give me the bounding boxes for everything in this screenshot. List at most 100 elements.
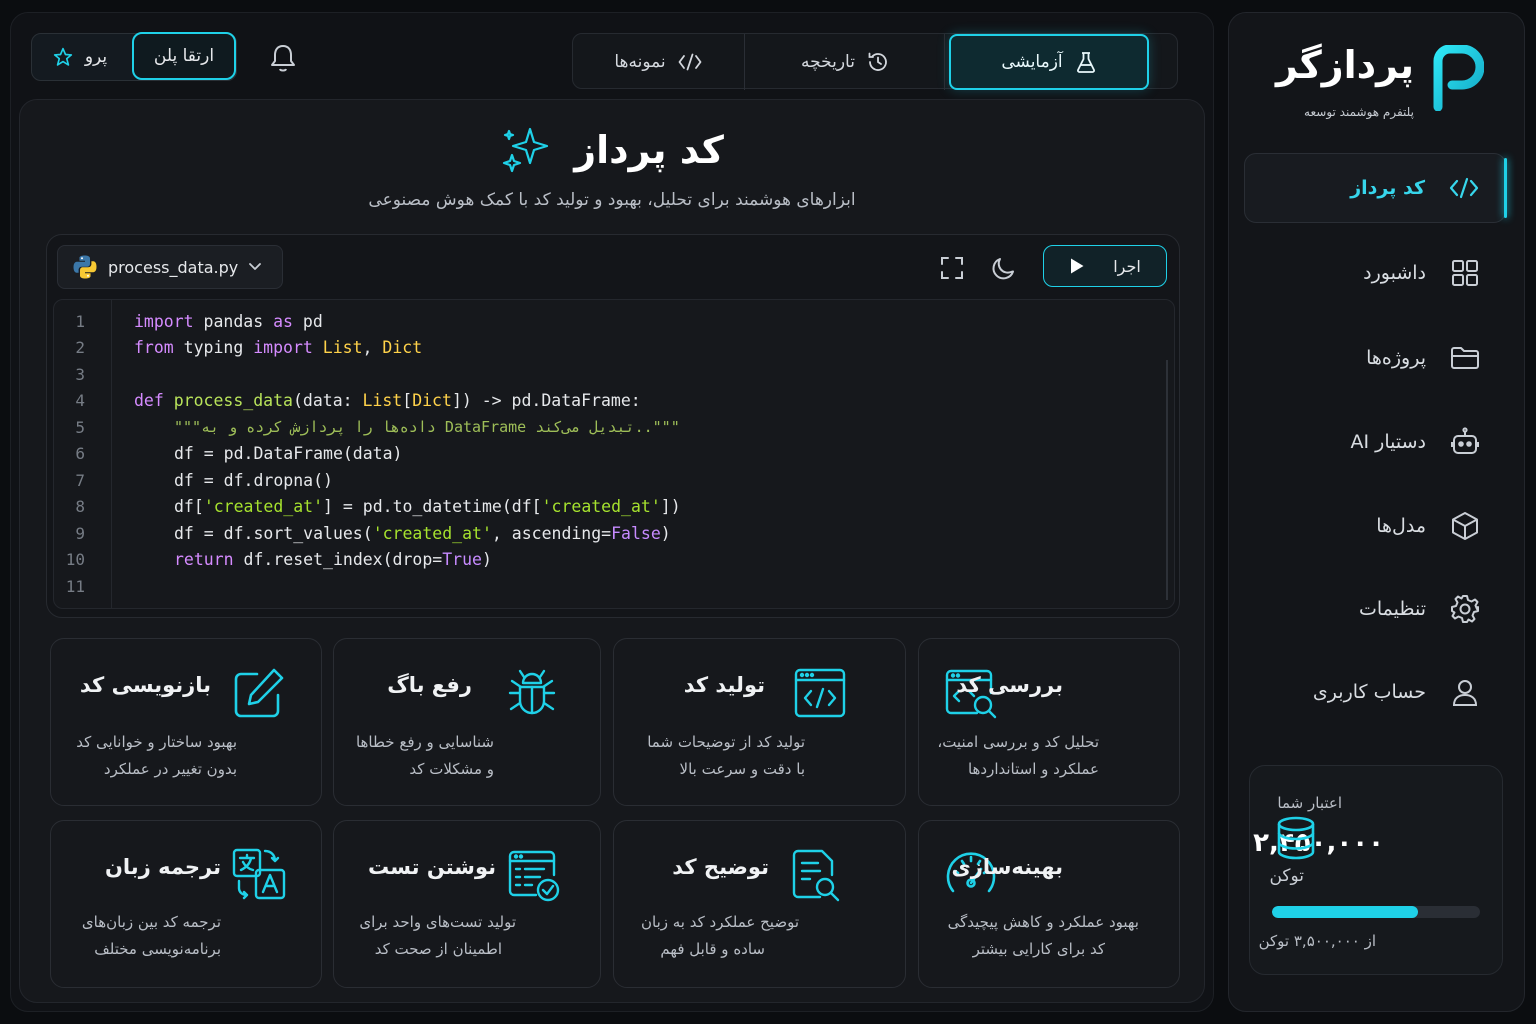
credit-card: اعتبار شما ۲,۴۵۰,۰۰۰ توکن از ۳,۵۰۰,۰۰۰ ت…: [1249, 765, 1503, 975]
history-icon: [868, 52, 887, 71]
card-write-tests[interactable]: نوشتن تست تولید تست‌های واحد برای اطمینان…: [333, 820, 601, 988]
line-number: 2: [75, 338, 85, 357]
card-code-generation[interactable]: تولید کد تولید کد از توضیحات شما با دقت و…: [613, 638, 906, 806]
sidebar-item-ai-assistant[interactable]: دستیار AI: [1244, 407, 1506, 477]
pro-label: پرو: [84, 47, 108, 67]
run-button[interactable]: اجرا: [1043, 245, 1167, 287]
card-title: تولید کد: [683, 673, 765, 697]
card-code-explain[interactable]: توضیح کد توضیح عملکرد کد به زبان ساده و ق…: [613, 820, 906, 988]
folder-icon: [1448, 341, 1482, 375]
translate-icon: [232, 848, 286, 900]
line-number: 8: [75, 497, 85, 516]
credit-progress-bar: [1272, 906, 1480, 918]
card-desc: تولید تست‌های واحد برای اطمینان از صحت کد: [359, 913, 516, 958]
tab-label: تاریخچه: [801, 52, 855, 72]
tab-label: نمونه‌ها: [614, 52, 666, 72]
upgrade-plan-button[interactable]: ارتقا پلن: [132, 32, 236, 80]
card-optimization[interactable]: بهینه‌سازی بهبود عملکرد و کاهش پیچیدگی کد…: [918, 820, 1180, 988]
card-desc: تولید کد از توضیحات شما با دقت و سرعت بال…: [647, 733, 805, 778]
file-name: process_data.py: [108, 257, 239, 277]
moon-icon[interactable]: [991, 255, 1017, 281]
sidebar-item-label: حساب کاربری: [1312, 681, 1426, 703]
card-title: بهینه‌سازی: [951, 855, 1063, 879]
content-area: کد پرداز ابزارهای هوشمند برای تحلیل، بهب…: [19, 99, 1205, 1003]
tab-samples[interactable]: نمونه‌ها: [571, 34, 745, 90]
card-desc: توضیح عملکرد کد به زبان ساده و قابل فهم: [640, 913, 799, 958]
card-language-translate[interactable]: ترجمه زبان ترجمه کد بین زبان‌های برنامه‌ن…: [50, 820, 322, 988]
brand-tagline: پلتفرم هوشمند توسعه: [1304, 105, 1414, 119]
sidebar-item-account[interactable]: حساب کاربری: [1244, 657, 1506, 727]
sidebar-item-label: پروژه‌ها: [1366, 347, 1426, 369]
line-gutter: 1 2 3 4 5 6 7 8 9 10 11: [54, 300, 112, 608]
code-line: df = df.dropna(): [174, 471, 333, 490]
code-icon: [678, 53, 702, 71]
cube-icon: [1448, 509, 1482, 543]
card-title: بازنویسی کد: [79, 673, 211, 697]
card-desc: شناسایی و رفع خطاها و مشکلات کد: [355, 733, 494, 778]
document-search-icon: [792, 849, 840, 902]
page-subtitle: ابزارهای هوشمند برای تحلیل، بهبود و تولی…: [368, 190, 856, 210]
sidebar-item-label: مدل‌ها: [1376, 515, 1426, 537]
user-icon: [1448, 675, 1482, 709]
file-selector[interactable]: process_data.py: [57, 245, 283, 289]
play-icon: [1071, 258, 1084, 274]
sidebar-item-settings[interactable]: تنظیمات: [1244, 574, 1506, 644]
line-number: 5: [75, 418, 85, 437]
database-icon: [1277, 816, 1315, 860]
bug-icon: [508, 669, 556, 715]
tab-experimental[interactable]: آزمایشی: [949, 34, 1149, 90]
pro-badge[interactable]: پرو: [40, 40, 120, 74]
credit-unit: توکن: [1269, 866, 1304, 886]
code-line: return df.reset_index(drop=True): [174, 550, 492, 569]
sidebar-item-label: داشبورد: [1363, 262, 1426, 284]
card-desc: بهبود ساختار و خوانایی کد بدون تغییر در ع…: [76, 733, 237, 778]
code-window-icon: [794, 668, 846, 718]
sidebar: پردازگر پلتفرم هوشمند توسعه کد پرداز داش…: [1228, 12, 1525, 1012]
brand[interactable]: پردازگر پلتفرم هوشمند توسعه: [1244, 43, 1484, 123]
sidebar-item-projects[interactable]: پروژه‌ها: [1244, 323, 1506, 393]
sparkle-icon: [503, 127, 549, 173]
card-desc: ترجمه کد بین زبان‌های برنامه‌نویسی مختلف: [81, 913, 221, 958]
line-number: 6: [75, 444, 85, 463]
sidebar-item-dashboard[interactable]: داشبورد: [1244, 238, 1506, 308]
card-title: ترجمه زبان: [105, 855, 221, 879]
editor-scrollbar[interactable]: [1166, 360, 1168, 600]
code-line: from typing import List, Dict: [134, 338, 423, 357]
card-refactor[interactable]: بازنویسی کد بهبود ساختار و خوانایی کد بدو…: [50, 638, 322, 806]
card-desc: تحلیل کد و بررسی امنیت، عملکرد و استاندار…: [937, 733, 1099, 778]
code-editor: process_data.py اجرا 1 2 3 4 5 6 7 8 9 1…: [46, 234, 1180, 618]
code-area[interactable]: 1 2 3 4 5 6 7 8 9 10 11 import pandas as…: [53, 299, 1175, 609]
card-bug-fix[interactable]: رفع باگ شناسایی و رفع خطاها و مشکلات کد: [333, 638, 601, 806]
mode-tabs: آزمایشی تاریخچه نمونه‌ها: [571, 33, 1178, 90]
code-line: """داده‌ها را پردازش کرده و به DataFrame…: [174, 418, 680, 436]
sidebar-item-models[interactable]: مدل‌ها: [1244, 491, 1506, 561]
sidebar-item-label: دستیار AI: [1350, 431, 1426, 453]
brand-name: پردازگر: [1275, 43, 1414, 87]
card-title: بررسی کد: [956, 673, 1063, 697]
page-title: کد پرداز: [574, 128, 724, 172]
code-line: def process_data(data: List[Dict]) -> pd…: [134, 391, 641, 410]
code-line: df = pd.DataFrame(data): [174, 444, 403, 463]
credit-label: اعتبار شما: [1277, 794, 1342, 812]
test-check-icon: [508, 850, 560, 902]
bell-icon[interactable]: [269, 43, 297, 73]
sidebar-item-label: کد پرداز: [1350, 177, 1425, 199]
line-number: 9: [75, 524, 85, 543]
credit-total: از ۳,۵۰۰,۰۰۰ توکن: [1258, 932, 1376, 950]
line-number: 1: [75, 312, 85, 331]
code-icon: [1447, 171, 1481, 205]
logo-icon: [1433, 45, 1484, 111]
fullscreen-icon[interactable]: [939, 255, 965, 281]
line-number: 11: [65, 577, 85, 596]
page-header: کد پرداز: [20, 122, 1204, 178]
card-code-review[interactable]: بررسی کد تحلیل کد و بررسی امنیت، عملکرد و…: [918, 638, 1180, 806]
sidebar-item-code-pardaz[interactable]: کد پرداز: [1244, 153, 1507, 223]
tab-history[interactable]: تاریخچه: [745, 34, 945, 90]
line-number: 4: [75, 391, 85, 410]
sidebar-item-label: تنظیمات: [1358, 598, 1426, 620]
code-line: import pandas as pd: [134, 312, 323, 331]
star-icon: [53, 47, 72, 66]
card-title: رفع باگ: [387, 673, 472, 697]
line-number: 10: [65, 550, 85, 569]
plan-group: پرو ارتقا پلن: [31, 32, 237, 81]
